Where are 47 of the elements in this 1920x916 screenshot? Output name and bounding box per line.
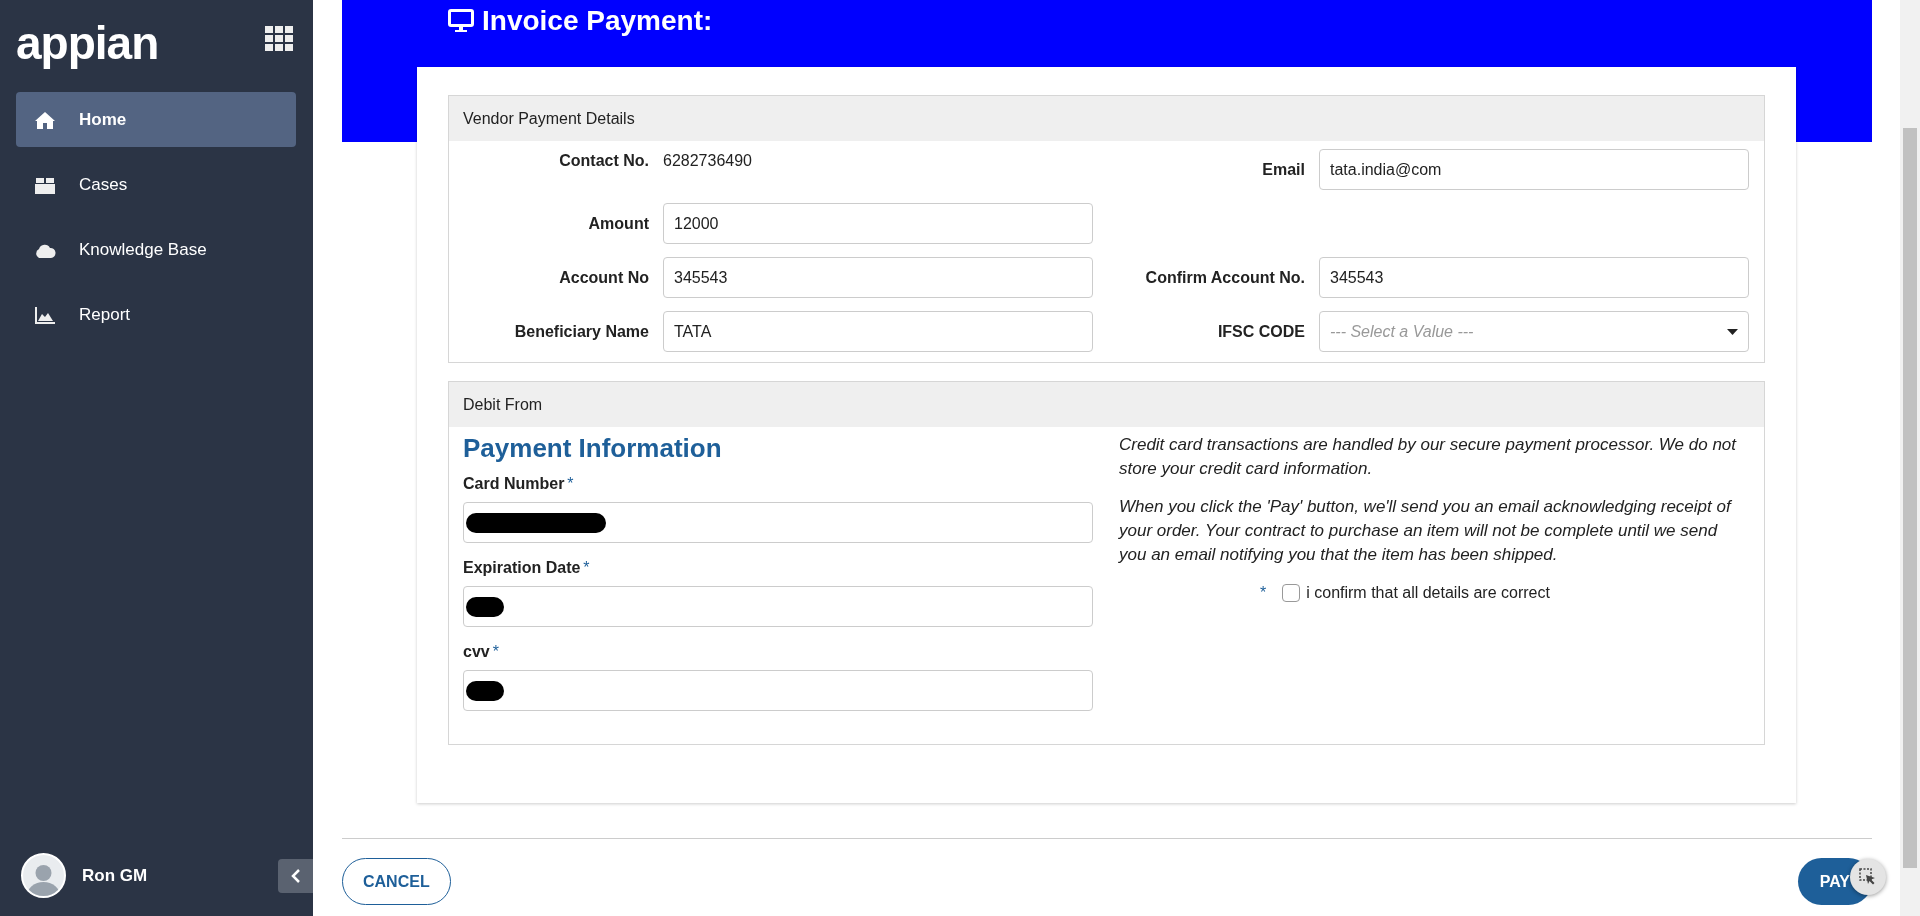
field-label: Card Number * [463, 474, 575, 495]
field-label: Confirm Account No. [1144, 267, 1305, 288]
section-header: Vendor Payment Details [449, 96, 1764, 141]
input-field[interactable]: TATA [663, 311, 1093, 352]
redaction-mark [466, 680, 504, 701]
field-label: Contact No. [558, 151, 649, 171]
input-field[interactable]: 345543 [1319, 257, 1749, 298]
input-field[interactable] [463, 670, 1093, 712]
input-field[interactable]: 12000 [663, 203, 1093, 244]
checkbox-label: i confirm that all details are correct [1306, 583, 1550, 603]
chevron-left-icon [290, 869, 301, 883]
scrollbar[interactable] [1900, 0, 1920, 916]
monitor-icon [448, 8, 474, 33]
app-grid-icon[interactable] [265, 26, 293, 52]
cancel-button[interactable]: CANCEL [342, 858, 451, 906]
avatar[interactable] [21, 853, 66, 898]
input-field[interactable] [463, 586, 1093, 628]
chart-icon [34, 304, 56, 325]
field-label: cvv * [463, 642, 500, 663]
caret-icon [1727, 328, 1738, 335]
input-field[interactable] [463, 502, 1093, 544]
section-header: Debit From [449, 382, 1764, 427]
house-icon [34, 109, 56, 130]
user-name: Ron GM [82, 864, 148, 887]
field-label: Email [1261, 159, 1305, 180]
cursor-select-icon[interactable] [1850, 859, 1886, 895]
page-title: Invoice Payment: [482, 4, 713, 38]
nav-item[interactable]: Report [16, 287, 296, 342]
field-value: 6282736490 [663, 151, 753, 171]
section-heading: Payment Information [463, 433, 723, 465]
collapse-button[interactable] [278, 859, 313, 893]
field-label: Beneficiary Name [513, 321, 649, 342]
nav-item[interactable]: Cases [16, 157, 296, 212]
field-label: Account No [558, 267, 649, 288]
redaction-mark [466, 596, 504, 617]
field-label: Amount [587, 213, 649, 234]
nav-item[interactable]: Knowledge Base [16, 222, 296, 277]
nav-item[interactable]: Home [16, 92, 296, 147]
field-label: Expiration Date * [463, 558, 591, 579]
field-label: IFSC CODE [1216, 321, 1305, 342]
checkbox[interactable] [1282, 584, 1301, 602]
note-text: Credit card transactions are handled by our secure payment processor. We do not store your credit card information. [1119, 434, 1738, 480]
note-text: When you click the 'Pay' button, we'll send you an email acknowledging receipt of your order. Your contract to purchase an item will not be complete until we send you an email notifying you that the item has been shipped. [1119, 496, 1733, 566]
required-mark: * [1260, 583, 1267, 603]
input-field[interactable]: tata.india@com [1319, 149, 1749, 190]
logo[interactable]: appian [16, 18, 159, 68]
input-field[interactable]: 345543 [663, 257, 1093, 298]
